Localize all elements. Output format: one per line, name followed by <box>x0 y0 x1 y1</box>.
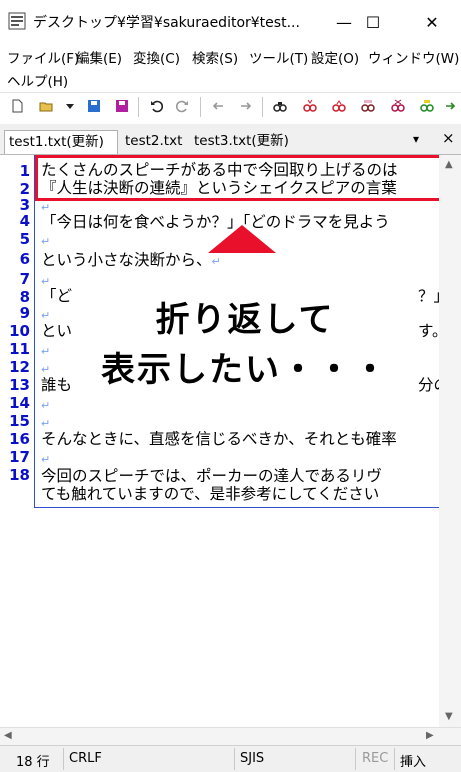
save-icon[interactable] <box>86 98 102 114</box>
line-number: 14 <box>9 394 30 412</box>
line-number: 5 <box>19 230 30 248</box>
tab-close-icon[interactable]: × <box>442 129 455 147</box>
undo-icon[interactable] <box>148 98 164 114</box>
tab-test1[interactable]: test1.txt(更新) <box>4 130 118 154</box>
save-all-icon[interactable] <box>114 98 130 114</box>
eol-mark: ↵ <box>41 309 51 322</box>
text-fragment: す。 <box>418 322 440 340</box>
line-number: 9 <box>19 304 30 322</box>
tab-dropdown-icon[interactable]: ▾ <box>413 132 419 146</box>
text-line: ↵ <box>41 449 439 469</box>
maximize-button[interactable]: ☐ <box>350 0 396 44</box>
menu-tools[interactable]: ツール(T) <box>249 47 308 67</box>
line-number: 6 <box>19 250 30 268</box>
title-bar: デスクトップ¥学習¥sakuraeditor¥test... — ☐ ✕ <box>0 0 461 44</box>
menu-edit[interactable]: 編集(E) <box>76 47 122 67</box>
search-prev-icon[interactable] <box>331 98 347 114</box>
open-folder-icon[interactable] <box>38 98 54 114</box>
tab-test2[interactable]: test2.txt <box>121 130 186 154</box>
eol-mark: ↵ <box>41 417 51 430</box>
annotation-line-1: 折り返して <box>155 300 335 340</box>
line-number: 4 <box>19 212 30 230</box>
scroll-up-icon[interactable]: ▲ <box>445 159 453 170</box>
text-fragment: ？」 <box>418 287 440 305</box>
jump-back-icon[interactable] <box>210 98 226 114</box>
status-encoding: SJIS <box>240 751 265 766</box>
menu-help[interactable]: ヘルプ(H) <box>7 70 68 90</box>
status-line: 18 行 <box>16 755 50 770</box>
line-number: 15 <box>9 412 30 430</box>
scroll-left-icon[interactable]: ◀ <box>4 730 12 741</box>
line-number-gutter: 1 2 3 4 5 6 7 8 9 10 11 12 13 14 15 16 1… <box>0 155 35 507</box>
line-number: 1 <box>19 162 30 180</box>
menu-settings[interactable]: 設定(O) <box>311 47 359 67</box>
menu-search[interactable]: 検索(S) <box>192 47 238 67</box>
open-dropdown-icon[interactable] <box>62 98 78 114</box>
text-line: そんなときに、直感を信じるべきか、それとも確率 <box>41 430 397 448</box>
line-number: 3 <box>19 196 30 214</box>
sakura-app-icon <box>8 12 26 30</box>
replace-icon[interactable] <box>360 98 376 114</box>
status-bar: 18 行 CRLF SJIS REC 挿入 <box>0 745 461 772</box>
status-insert-mode: 挿入 <box>400 755 427 770</box>
eol-mark: ↵ <box>41 453 51 466</box>
text-fragment: 分の <box>418 376 440 394</box>
line-number: 2 <box>19 180 30 198</box>
highlight-box <box>35 155 447 201</box>
editor-area[interactable]: 1 2 3 4 5 6 7 8 9 10 11 12 13 14 15 16 1… <box>0 155 461 727</box>
line-number: 7 <box>19 270 30 288</box>
menu-bar: ファイル(F) 編集(E) 変換(C) 検索(S) ツール(T) 設定(O) ウ… <box>0 44 461 90</box>
annotation-callout: 折り返して 表示したい・・・ <box>73 278 417 400</box>
line-number: 10 <box>9 322 30 340</box>
text-line: 今回のスピーチでは、ポーカーの達人であるリヴ <box>41 467 382 485</box>
menu-file[interactable]: ファイル(F) <box>7 47 79 67</box>
eol-mark: ↵ <box>41 363 51 376</box>
eol-mark: ↵ <box>211 255 221 268</box>
status-eol: CRLF <box>69 751 102 766</box>
line-number: 13 <box>9 376 30 394</box>
tab-test3[interactable]: test3.txt(更新) <box>190 130 293 154</box>
eol-mark: ↵ <box>41 235 51 248</box>
redo-icon[interactable] <box>175 98 191 114</box>
new-file-icon[interactable] <box>9 98 25 114</box>
annotation-line-2: 表示したい・・・ <box>101 350 389 390</box>
close-button[interactable]: ✕ <box>409 0 455 44</box>
line-number: 18 <box>9 466 30 484</box>
horizontal-scrollbar[interactable]: ◀ ▶ <box>0 727 461 745</box>
line-number: 16 <box>9 430 30 448</box>
eol-mark: ↵ <box>41 345 51 358</box>
eol-mark: ↵ <box>41 399 51 412</box>
grep-icon[interactable] <box>390 98 406 114</box>
scroll-down-icon[interactable]: ▼ <box>445 711 453 722</box>
vertical-scrollbar[interactable]: ▲ ▼ <box>439 155 461 727</box>
status-rec: REC <box>362 751 389 766</box>
menu-convert[interactable]: 変換(C) <box>133 47 180 67</box>
line-number: 11 <box>9 340 30 358</box>
text-line: ても触れていますので、是非参考にしてください <box>41 485 380 503</box>
window-title: デスクトップ¥学習¥sakuraeditor¥test... <box>33 15 300 31</box>
toolbar-more-icon[interactable] <box>443 98 459 114</box>
mark-icon[interactable] <box>419 98 435 114</box>
search-icon[interactable] <box>272 98 288 114</box>
search-next-icon[interactable] <box>302 98 318 114</box>
line-number: 17 <box>9 448 30 466</box>
line-number: 12 <box>9 358 30 376</box>
menu-window[interactable]: ウィンドウ(W) <box>368 47 459 67</box>
line-number: 8 <box>19 288 30 306</box>
red-arrow-pointer <box>208 225 276 253</box>
scroll-right-icon[interactable]: ▶ <box>426 730 434 741</box>
tab-bar: test1.txt(更新) test2.txt test3.txt(更新) ▾ … <box>0 124 461 155</box>
jump-forward-icon[interactable] <box>238 98 254 114</box>
toolbar <box>0 92 461 121</box>
